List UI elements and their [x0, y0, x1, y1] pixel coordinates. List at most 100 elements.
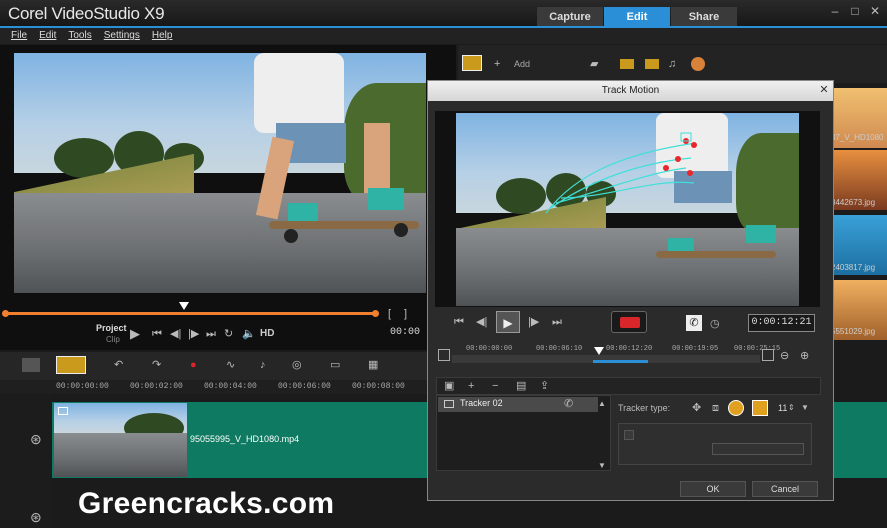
- maximize-icon[interactable]: □: [846, 2, 864, 20]
- minimize-icon[interactable]: –: [826, 2, 844, 20]
- tracker-phone-icon[interactable]: ✆: [564, 397, 573, 411]
- menu-tools[interactable]: Tools: [62, 28, 97, 44]
- audio-filter-icon[interactable]: ♫: [668, 57, 676, 71]
- end-icon[interactable]: ⏭: [206, 327, 216, 341]
- add-tracker-icon[interactable]: +: [468, 379, 474, 393]
- dialog-prev-frame-icon[interactable]: ◀|: [476, 315, 487, 329]
- clip-thumbnail[interactable]: [54, 403, 187, 477]
- size-stepper-icon[interactable]: ⇕: [788, 401, 795, 415]
- dialog-next-frame-icon[interactable]: |▶: [528, 315, 539, 329]
- record-capture-icon[interactable]: ●: [190, 358, 197, 372]
- list-scroll-down-icon[interactable]: ▼: [598, 459, 606, 473]
- phone-icon[interactable]: ✆: [686, 315, 702, 331]
- option-checkbox[interactable]: [624, 430, 634, 440]
- undo-icon[interactable]: ↶: [114, 358, 123, 372]
- auto-music-icon[interactable]: ♪: [260, 358, 266, 372]
- dialog-scrub-handle[interactable]: [594, 347, 604, 355]
- hd-toggle[interactable]: HD: [260, 328, 274, 339]
- add-folder-label[interactable]: Add: [514, 59, 530, 69]
- zoom-out-icon[interactable]: ⊖: [780, 349, 789, 363]
- multi-camera-icon[interactable]: ▦: [368, 358, 378, 372]
- repeat-icon[interactable]: ↻: [224, 327, 233, 341]
- redo-icon[interactable]: ↷: [152, 358, 161, 372]
- next-frame-icon[interactable]: |▶: [188, 327, 199, 341]
- dialog-home-icon[interactable]: ⏮: [454, 315, 464, 329]
- tracker-size-icon[interactable]: [752, 400, 768, 416]
- project-mode-label[interactable]: Project: [96, 323, 127, 333]
- export-tracker-icon[interactable]: ⇪: [540, 379, 549, 393]
- dialog-end-icon[interactable]: ⏭: [552, 315, 562, 329]
- close-icon[interactable]: ✕: [866, 2, 884, 20]
- tracker-type-label: Tracker type:: [618, 403, 671, 413]
- media-library-icon[interactable]: [462, 55, 482, 71]
- motion-tracking-icon[interactable]: ◎: [292, 358, 302, 372]
- scrub-progress[interactable]: [6, 312, 378, 315]
- track-motion-dialog: Track Motion ✕ ⏮ ◀| ▶ |▶ ⏭ ✆ ◷ 0:00:12:2…: [427, 80, 834, 501]
- dialog-play-button[interactable]: ▶: [496, 311, 520, 333]
- ruler-tick-label: 00:00:04:00: [204, 382, 257, 391]
- cancel-button[interactable]: Cancel: [752, 481, 818, 497]
- sound-effects-icon[interactable]: [691, 57, 705, 71]
- play-icon[interactable]: ▶: [130, 327, 140, 341]
- dialog-timecode[interactable]: 0:00:12:21: [748, 314, 815, 332]
- history-icon[interactable]: ◷: [710, 317, 720, 331]
- tracker-list-icon[interactable]: ▣: [444, 379, 454, 393]
- previous-frame-icon[interactable]: ◀|: [170, 327, 181, 341]
- ruler-tick-label: 00:00:02:00: [130, 382, 183, 391]
- tracker-multipoint-icon[interactable]: [728, 400, 744, 416]
- folder-icon[interactable]: ▰: [590, 57, 598, 71]
- dialog-ruler-label: 00:00:12:20: [606, 345, 653, 353]
- ok-button[interactable]: OK: [680, 481, 746, 497]
- option-dropdown[interactable]: [712, 443, 804, 455]
- library-thumb-label: 5551029.jpg: [831, 327, 876, 336]
- add-icon[interactable]: +: [494, 57, 500, 71]
- home-icon[interactable]: ⏮: [152, 327, 162, 341]
- dialog-close-icon[interactable]: ✕: [816, 82, 832, 98]
- volume-icon[interactable]: 🔈: [242, 327, 256, 341]
- sound-mixer-icon[interactable]: ∿: [226, 358, 235, 372]
- clip-name: 95055995_V_HD1080.mp4: [190, 434, 300, 444]
- clip-mode-label[interactable]: Clip: [106, 335, 120, 344]
- mark-out-icon[interactable]: ]: [404, 307, 407, 321]
- menu-bar: File Edit Tools Settings Help: [0, 28, 887, 44]
- dialog-ruler-label: 00:00:00:00: [466, 345, 513, 353]
- trim-start-marker[interactable]: [2, 310, 9, 317]
- dialog-ruler-label: 00:00:19:05: [672, 345, 719, 353]
- trim-end-marker[interactable]: [372, 310, 379, 317]
- mark-out-button[interactable]: [762, 349, 774, 361]
- tab-share[interactable]: Share: [671, 7, 737, 27]
- tracker-settings-icon[interactable]: ▤: [516, 379, 526, 393]
- video-track-icon[interactable]: ⊛: [30, 432, 42, 446]
- menu-file[interactable]: File: [5, 28, 33, 44]
- library-thumb-label: 8442673.jpg: [831, 198, 876, 207]
- scrub-handle[interactable]: [179, 302, 189, 310]
- video-filter-icon[interactable]: [620, 59, 634, 69]
- menu-edit[interactable]: Edit: [33, 28, 62, 44]
- ruler-tick-label: 00:00:00:00: [56, 382, 109, 391]
- mark-in-icon[interactable]: [: [388, 307, 391, 321]
- remove-tracker-icon[interactable]: −: [492, 379, 498, 393]
- size-dropdown-icon[interactable]: ▼: [801, 401, 809, 415]
- menu-help[interactable]: Help: [146, 28, 179, 44]
- player-timecode[interactable]: 00:00: [390, 327, 420, 338]
- tracker-point-icon[interactable]: ✥: [692, 401, 701, 415]
- list-scroll-up-icon[interactable]: ▲: [598, 397, 606, 411]
- photo-filter-icon[interactable]: [645, 59, 659, 69]
- mark-in-button[interactable]: [438, 349, 450, 361]
- timeline-view-icon[interactable]: [56, 356, 86, 374]
- tracker-area-icon[interactable]: ⧈: [712, 401, 719, 415]
- dialog-ruler-label: 00:00:06:10: [536, 345, 583, 353]
- clip-type-icon: [58, 407, 68, 415]
- tab-edit[interactable]: Edit: [604, 7, 670, 27]
- tracking-path: [545, 132, 697, 214]
- tracker-item-icon: [444, 400, 454, 408]
- tracker-size-value[interactable]: 11: [778, 403, 787, 413]
- track-motion-button[interactable]: [611, 311, 647, 333]
- zoom-in-icon[interactable]: ⊕: [800, 349, 809, 363]
- storyboard-view-icon[interactable]: [22, 358, 40, 372]
- ruler-tick-label: 00:00:06:00: [278, 382, 331, 391]
- subtitle-editor-icon[interactable]: ▭: [330, 358, 340, 372]
- tab-capture[interactable]: Capture: [537, 7, 603, 27]
- menu-settings[interactable]: Settings: [98, 28, 146, 44]
- overlay-track-icon[interactable]: ⊛: [30, 510, 42, 524]
